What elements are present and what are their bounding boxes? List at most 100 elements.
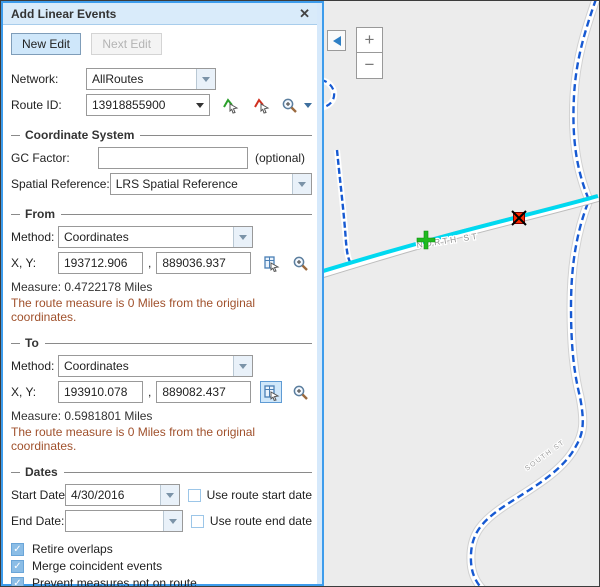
- route-id-dropdown-button[interactable]: [191, 103, 209, 108]
- map-zoom-control: + −: [356, 27, 383, 79]
- from-section-header: From: [11, 207, 312, 221]
- route-id-label: Route ID:: [11, 98, 86, 112]
- gc-factor-input[interactable]: [98, 147, 248, 169]
- to-method-label: Method:: [11, 359, 58, 373]
- to-x-input[interactable]: [58, 381, 143, 403]
- start-date-picker[interactable]: 4/30/2016: [65, 484, 180, 506]
- from-warning-text: The route measure is 0 Miles from the or…: [11, 296, 312, 324]
- zoom-options-dropdown-button[interactable]: [304, 103, 312, 108]
- spatial-reference-value: LRS Spatial Reference: [111, 177, 292, 191]
- use-route-end-date-label: Use route end date: [210, 514, 312, 528]
- dates-section-header: Dates: [11, 465, 312, 479]
- spatial-reference-dropdown-button[interactable]: [292, 174, 311, 194]
- collapse-panel-button[interactable]: [327, 30, 346, 51]
- zoom-in-button[interactable]: +: [356, 27, 383, 53]
- coordinate-system-section-header: Coordinate System: [11, 128, 312, 142]
- section-title: From: [25, 207, 55, 221]
- chevron-down-icon: [298, 182, 306, 187]
- zoom-out-button[interactable]: −: [356, 53, 383, 79]
- new-edit-button[interactable]: New Edit: [11, 33, 81, 55]
- section-title: To: [25, 336, 39, 350]
- gc-factor-label: GC Factor:: [11, 151, 98, 165]
- map-graphics: NORTH ST SOUTH ST: [324, 1, 600, 587]
- route-id-combobox[interactable]: 13918855900: [86, 94, 210, 116]
- from-y-input[interactable]: [156, 252, 251, 274]
- to-xy-label: X, Y:: [11, 385, 58, 399]
- panel-scrollbar[interactable]: [317, 3, 322, 584]
- zoom-to-route-button[interactable]: [278, 94, 300, 116]
- merge-coincident-events-label: Merge coincident events: [32, 559, 162, 573]
- from-method-dropdown-button[interactable]: [233, 227, 252, 247]
- end-date-dropdown-button[interactable]: [163, 511, 182, 531]
- use-route-start-date-checkbox[interactable]: [188, 489, 201, 502]
- start-date-dropdown-button[interactable]: [160, 485, 179, 505]
- from-method-select[interactable]: Coordinates: [58, 226, 253, 248]
- coordinate-picker-icon: [263, 255, 280, 272]
- spatial-reference-select[interactable]: LRS Spatial Reference: [110, 173, 312, 195]
- chevron-down-icon: [304, 103, 312, 108]
- to-method-select[interactable]: Coordinates: [58, 355, 253, 377]
- retire-overlaps-checkbox[interactable]: ✓: [11, 543, 24, 556]
- from-pick-coordinates-button[interactable]: [260, 252, 282, 274]
- use-route-end-date-checkbox[interactable]: [191, 515, 204, 528]
- from-method-value: Coordinates: [59, 230, 233, 244]
- chevron-down-icon: [169, 519, 177, 524]
- chevron-down-icon: [196, 103, 204, 108]
- select-route-red-icon: [253, 97, 270, 114]
- road-casing-fill: [471, 1, 596, 587]
- xy-separator: ,: [148, 385, 151, 399]
- panel-title: Add Linear Events: [11, 7, 299, 21]
- to-method-dropdown-button[interactable]: [233, 356, 252, 376]
- option-row: ✓ Prevent measures not on route: [11, 576, 312, 587]
- to-section-header: To: [11, 336, 312, 350]
- to-y-input[interactable]: [156, 381, 251, 403]
- start-date-value: 4/30/2016: [66, 488, 160, 502]
- from-x-input[interactable]: [58, 252, 143, 274]
- select-route-from-selection-button[interactable]: [250, 94, 272, 116]
- to-measure-text: Measure: 0.5981801 Miles: [11, 409, 312, 423]
- option-row: ✓ Retire overlaps: [11, 542, 312, 556]
- select-route-green-icon: [222, 97, 239, 114]
- to-method-value: Coordinates: [59, 359, 233, 373]
- chevron-down-icon: [202, 77, 210, 82]
- close-icon[interactable]: ✕: [299, 6, 310, 22]
- end-date-label: End Date:: [11, 514, 65, 528]
- magnifier-plus-icon: [292, 384, 309, 401]
- end-date-picker[interactable]: [65, 510, 183, 532]
- chevron-down-icon: [239, 364, 247, 369]
- from-measure-text: Measure: 0.4722178 Miles: [11, 280, 312, 294]
- select-route-from-map-button[interactable]: [219, 94, 241, 116]
- chevron-down-icon: [166, 493, 174, 498]
- magnifier-plus-icon: [281, 97, 298, 114]
- from-zoom-to-point-button[interactable]: [289, 252, 311, 274]
- use-route-start-date-label: Use route start date: [207, 488, 312, 502]
- network-value: AllRoutes: [87, 72, 196, 86]
- next-edit-button: Next Edit: [91, 33, 162, 55]
- retire-overlaps-label: Retire overlaps: [32, 542, 113, 556]
- edit-buttons-row: New Edit Next Edit: [11, 33, 312, 55]
- magnifier-plus-icon: [292, 255, 309, 272]
- map-canvas[interactable]: NORTH ST SOUTH ST + −: [324, 1, 600, 587]
- to-warning-text: The route measure is 0 Miles from the or…: [11, 425, 312, 453]
- from-method-label: Method:: [11, 230, 58, 244]
- section-title: Dates: [25, 465, 58, 479]
- xy-separator: ,: [148, 256, 151, 270]
- prevent-measures-label: Prevent measures not on route: [32, 576, 197, 587]
- application-window: NORTH ST SOUTH ST + − Add Linear Events …: [0, 0, 600, 587]
- option-row: ✓ Merge coincident events: [11, 559, 312, 573]
- chevron-down-icon: [239, 235, 247, 240]
- chevron-left-icon: [333, 36, 341, 46]
- network-label: Network:: [11, 72, 86, 86]
- merge-coincident-events-checkbox[interactable]: ✓: [11, 560, 24, 573]
- to-pick-coordinates-button-active[interactable]: [260, 381, 282, 403]
- start-date-label: Start Date:: [11, 488, 65, 502]
- prevent-measures-checkbox[interactable]: ✓: [11, 577, 24, 587]
- spatial-reference-label: Spatial Reference:: [11, 177, 110, 191]
- panel-header: Add Linear Events ✕: [3, 3, 322, 25]
- section-title: Coordinate System: [25, 128, 134, 142]
- network-dropdown-button[interactable]: [196, 69, 215, 89]
- route-id-value: 13918855900: [87, 98, 191, 112]
- coordinate-picker-icon: [263, 384, 280, 401]
- to-zoom-to-point-button[interactable]: [289, 381, 311, 403]
- network-select[interactable]: AllRoutes: [86, 68, 216, 90]
